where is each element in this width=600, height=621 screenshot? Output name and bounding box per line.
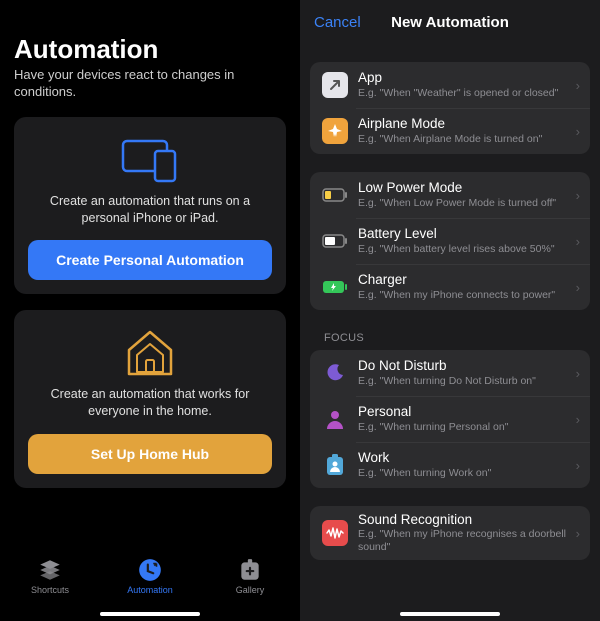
sound-icon bbox=[322, 520, 348, 546]
badge-icon bbox=[322, 452, 348, 478]
create-personal-automation-button[interactable]: Create Personal Automation bbox=[28, 240, 272, 280]
home-automation-card: Create an automation that works for ever… bbox=[14, 310, 286, 488]
trigger-row-charger[interactable]: ChargerE.g. "When my iPhone connects to … bbox=[310, 264, 590, 310]
row-subtitle: E.g. "When my iPhone connects to power" bbox=[358, 289, 572, 302]
low-power-icon bbox=[322, 182, 348, 208]
trigger-group: Low Power ModeE.g. "When Low Power Mode … bbox=[310, 172, 590, 310]
modal-title: New Automation bbox=[391, 14, 509, 31]
row-title: App bbox=[358, 70, 572, 86]
row-subtitle: E.g. "When "Weather" is opened or closed… bbox=[358, 87, 572, 100]
automation-header: Automation Have your devices react to ch… bbox=[14, 0, 286, 101]
row-title: Battery Level bbox=[358, 226, 572, 242]
chevron-right-icon: › bbox=[576, 188, 580, 203]
devices-icon bbox=[28, 133, 272, 187]
battery-icon bbox=[322, 228, 348, 254]
chevron-right-icon: › bbox=[576, 458, 580, 473]
chevron-right-icon: › bbox=[576, 280, 580, 295]
row-text: Low Power ModeE.g. "When Low Power Mode … bbox=[358, 180, 572, 209]
row-text: Sound RecognitionE.g. "When my iPhone re… bbox=[358, 512, 572, 554]
chevron-right-icon: › bbox=[576, 412, 580, 427]
cancel-button[interactable]: Cancel bbox=[314, 14, 361, 31]
trigger-row-sound[interactable]: Sound RecognitionE.g. "When my iPhone re… bbox=[310, 506, 590, 560]
set-up-home-hub-button[interactable]: Set Up Home Hub bbox=[28, 434, 272, 474]
tab-label: Shortcuts bbox=[31, 585, 69, 595]
moon-icon bbox=[322, 360, 348, 386]
modal-nav: Cancel New Automation bbox=[300, 0, 600, 44]
tab-gallery[interactable]: Gallery bbox=[215, 557, 285, 595]
home-indicator[interactable] bbox=[400, 612, 500, 616]
row-title: Low Power Mode bbox=[358, 180, 572, 196]
row-text: Airplane ModeE.g. "When Airplane Mode is… bbox=[358, 116, 572, 145]
row-title: Personal bbox=[358, 404, 572, 420]
home-indicator[interactable] bbox=[100, 612, 200, 616]
row-text: PersonalE.g. "When turning Personal on" bbox=[358, 404, 572, 433]
charger-icon bbox=[322, 274, 348, 300]
chevron-right-icon: › bbox=[576, 78, 580, 93]
trigger-row-personal[interactable]: PersonalE.g. "When turning Personal on" › bbox=[310, 396, 590, 442]
tab-automation[interactable]: Automation bbox=[115, 557, 185, 595]
home-card-desc: Create an automation that works for ever… bbox=[28, 386, 272, 420]
trigger-list: AppE.g. "When "Weather" is opened or clo… bbox=[300, 44, 600, 621]
app-icon bbox=[322, 72, 348, 98]
row-title: Do Not Disturb bbox=[358, 358, 572, 374]
row-title: Sound Recognition bbox=[358, 512, 572, 528]
trigger-group: Sound RecognitionE.g. "When my iPhone re… bbox=[310, 506, 590, 560]
row-text: WorkE.g. "When turning Work on" bbox=[358, 450, 572, 479]
chevron-right-icon: › bbox=[576, 234, 580, 249]
trigger-row-airplane[interactable]: Airplane ModeE.g. "When Airplane Mode is… bbox=[310, 108, 590, 154]
tab-shortcuts[interactable]: Shortcuts bbox=[15, 557, 85, 595]
chevron-right-icon: › bbox=[576, 366, 580, 381]
trigger-row-work[interactable]: WorkE.g. "When turning Work on" › bbox=[310, 442, 590, 488]
tab-bar: Shortcuts Automation Gallery bbox=[0, 551, 300, 621]
personal-card-desc: Create an automation that runs on a pers… bbox=[28, 193, 272, 227]
row-text: Battery LevelE.g. "When battery level ri… bbox=[358, 226, 572, 255]
row-subtitle: E.g. "When turning Do Not Disturb on" bbox=[358, 375, 572, 388]
chevron-right-icon: › bbox=[576, 526, 580, 541]
row-subtitle: E.g. "When turning Personal on" bbox=[358, 421, 572, 434]
group-header: FOCUS bbox=[324, 332, 590, 344]
trigger-group: Do Not DisturbE.g. "When turning Do Not … bbox=[310, 350, 590, 488]
row-subtitle: E.g. "When battery level rises above 50%… bbox=[358, 243, 572, 256]
row-text: AppE.g. "When "Weather" is opened or clo… bbox=[358, 70, 572, 99]
trigger-row-dnd[interactable]: Do Not DisturbE.g. "When turning Do Not … bbox=[310, 350, 590, 396]
trigger-row-app[interactable]: AppE.g. "When "Weather" is opened or clo… bbox=[310, 62, 590, 108]
trigger-row-lowpower[interactable]: Low Power ModeE.g. "When Low Power Mode … bbox=[310, 172, 590, 218]
personal-automation-card: Create an automation that runs on a pers… bbox=[14, 117, 286, 295]
row-subtitle: E.g. "When my iPhone recognises a doorbe… bbox=[358, 528, 572, 554]
gallery-icon bbox=[237, 557, 263, 583]
row-text: Do Not DisturbE.g. "When turning Do Not … bbox=[358, 358, 572, 387]
trigger-row-battery[interactable]: Battery LevelE.g. "When battery level ri… bbox=[310, 218, 590, 264]
person-icon bbox=[322, 406, 348, 432]
row-subtitle: E.g. "When turning Work on" bbox=[358, 467, 572, 480]
page-title: Automation bbox=[14, 35, 286, 64]
page-subtitle: Have your devices react to changes in co… bbox=[14, 66, 286, 101]
row-title: Work bbox=[358, 450, 572, 466]
row-text: ChargerE.g. "When my iPhone connects to … bbox=[358, 272, 572, 301]
chevron-right-icon: › bbox=[576, 124, 580, 139]
row-subtitle: E.g. "When Low Power Mode is turned off" bbox=[358, 197, 572, 210]
home-icon bbox=[28, 326, 272, 380]
new-automation-modal: Cancel New Automation AppE.g. "When "Wea… bbox=[300, 0, 600, 621]
tab-label: Gallery bbox=[236, 585, 265, 595]
row-subtitle: E.g. "When Airplane Mode is turned on" bbox=[358, 133, 572, 146]
shortcuts-icon bbox=[37, 557, 63, 583]
row-title: Charger bbox=[358, 272, 572, 288]
row-title: Airplane Mode bbox=[358, 116, 572, 132]
tab-label: Automation bbox=[127, 585, 173, 595]
automation-icon bbox=[137, 557, 163, 583]
airplane-icon bbox=[322, 118, 348, 144]
automation-screen: Automation Have your devices react to ch… bbox=[0, 0, 300, 621]
trigger-group: AppE.g. "When "Weather" is opened or clo… bbox=[310, 62, 590, 154]
